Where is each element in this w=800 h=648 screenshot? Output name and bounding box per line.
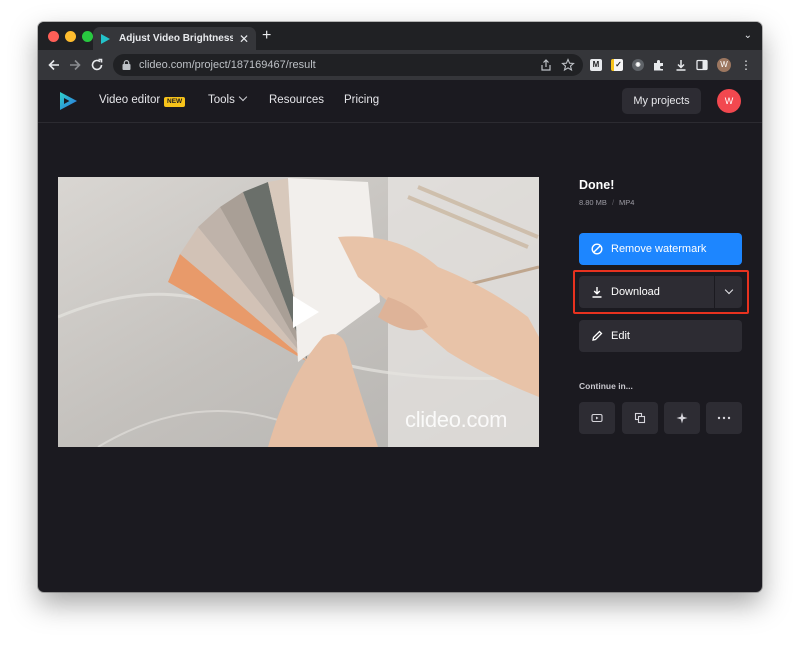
share-icon[interactable]: [539, 58, 553, 72]
nav-tools[interactable]: Tools: [208, 92, 248, 106]
minimize-window-button[interactable]: [65, 31, 76, 42]
download-options-toggle[interactable]: [714, 276, 742, 308]
download-icon: [592, 287, 602, 298]
more-icon: [717, 416, 731, 420]
lock-icon: [122, 60, 131, 70]
continue-in-label: Continue in...: [579, 381, 633, 391]
download-label: Download: [611, 286, 660, 298]
nav-resources[interactable]: Resources: [269, 94, 324, 106]
video-watermark: clideo.com: [405, 407, 508, 432]
chevron-down-icon: [238, 92, 248, 102]
close-window-button[interactable]: [48, 31, 59, 42]
meta-separator: /: [611, 198, 615, 207]
new-tab-button[interactable]: +: [262, 28, 271, 44]
edit-button[interactable]: Edit: [579, 320, 742, 352]
tab-strip: Adjust Video Brightness, Contrast ✕ + ⌄: [38, 22, 762, 50]
play-icon[interactable]: [285, 292, 325, 332]
file-meta: 8.80 MB / MP4: [579, 198, 634, 207]
maximize-window-button[interactable]: [82, 31, 93, 42]
tab-close-icon[interactable]: ✕: [238, 33, 250, 45]
file-format: MP4: [619, 198, 635, 207]
downloads-icon[interactable]: [674, 58, 688, 72]
clideo-favicon-icon: [101, 33, 110, 44]
tab-search-icon[interactable]: ⌄: [744, 30, 752, 41]
status-title: Done!: [579, 178, 615, 192]
layers-icon: [634, 412, 646, 424]
extension-m-icon[interactable]: M: [589, 58, 603, 72]
continue-effects-button[interactable]: [664, 402, 700, 434]
new-badge: NEW: [164, 97, 186, 107]
video-player[interactable]: clideo.com: [58, 177, 539, 447]
bookmark-star-icon[interactable]: [561, 58, 575, 72]
nav-pricing[interactable]: Pricing: [344, 94, 379, 106]
no-watermark-icon: [591, 243, 603, 255]
url-text: clideo.com/project/187169467/result: [139, 59, 316, 71]
browser-tab[interactable]: Adjust Video Brightness, Contrast ✕: [93, 27, 256, 50]
continue-merge-button[interactable]: [622, 402, 658, 434]
browser-window: Adjust Video Brightness, Contrast ✕ + ⌄ …: [38, 22, 762, 592]
extension-camera-icon[interactable]: ◉: [631, 58, 645, 72]
nav-video-editor[interactable]: Video editor: [99, 94, 160, 106]
nav-tools-label: Tools: [208, 94, 235, 106]
profile-avatar[interactable]: W: [717, 58, 731, 72]
continue-youtube-button[interactable]: [579, 402, 615, 434]
pencil-icon: [592, 330, 603, 341]
extensions-puzzle-icon[interactable]: [652, 58, 666, 72]
clideo-logo-icon[interactable]: [58, 91, 78, 111]
side-panel-icon[interactable]: [695, 58, 709, 72]
site-header: Video editor NEW Tools Resources Pricing…: [38, 80, 762, 123]
user-avatar[interactable]: W: [717, 89, 741, 113]
browser-toolbar: clideo.com/project/187169467/result M ✓ …: [38, 50, 762, 80]
forward-icon[interactable]: [67, 57, 83, 73]
extension-checklist-icon[interactable]: ✓: [610, 58, 624, 72]
my-projects-button[interactable]: My projects: [622, 88, 701, 114]
download-button[interactable]: Download: [579, 276, 742, 308]
browser-menu-icon[interactable]: ⋮: [739, 58, 753, 72]
edit-label: Edit: [611, 330, 630, 342]
back-icon[interactable]: [46, 57, 62, 73]
tab-title: Adjust Video Brightness, Contrast: [119, 33, 233, 44]
youtube-icon: [591, 413, 603, 423]
remove-watermark-label: Remove watermark: [611, 243, 707, 255]
reload-icon[interactable]: [89, 57, 105, 73]
sparkle-icon: [676, 412, 688, 424]
address-bar[interactable]: clideo.com/project/187169467/result: [113, 54, 583, 76]
more-tools-button[interactable]: [706, 402, 742, 434]
file-size: 8.80 MB: [579, 198, 607, 207]
remove-watermark-button[interactable]: Remove watermark: [579, 233, 742, 265]
chevron-down-icon: [724, 285, 733, 295]
